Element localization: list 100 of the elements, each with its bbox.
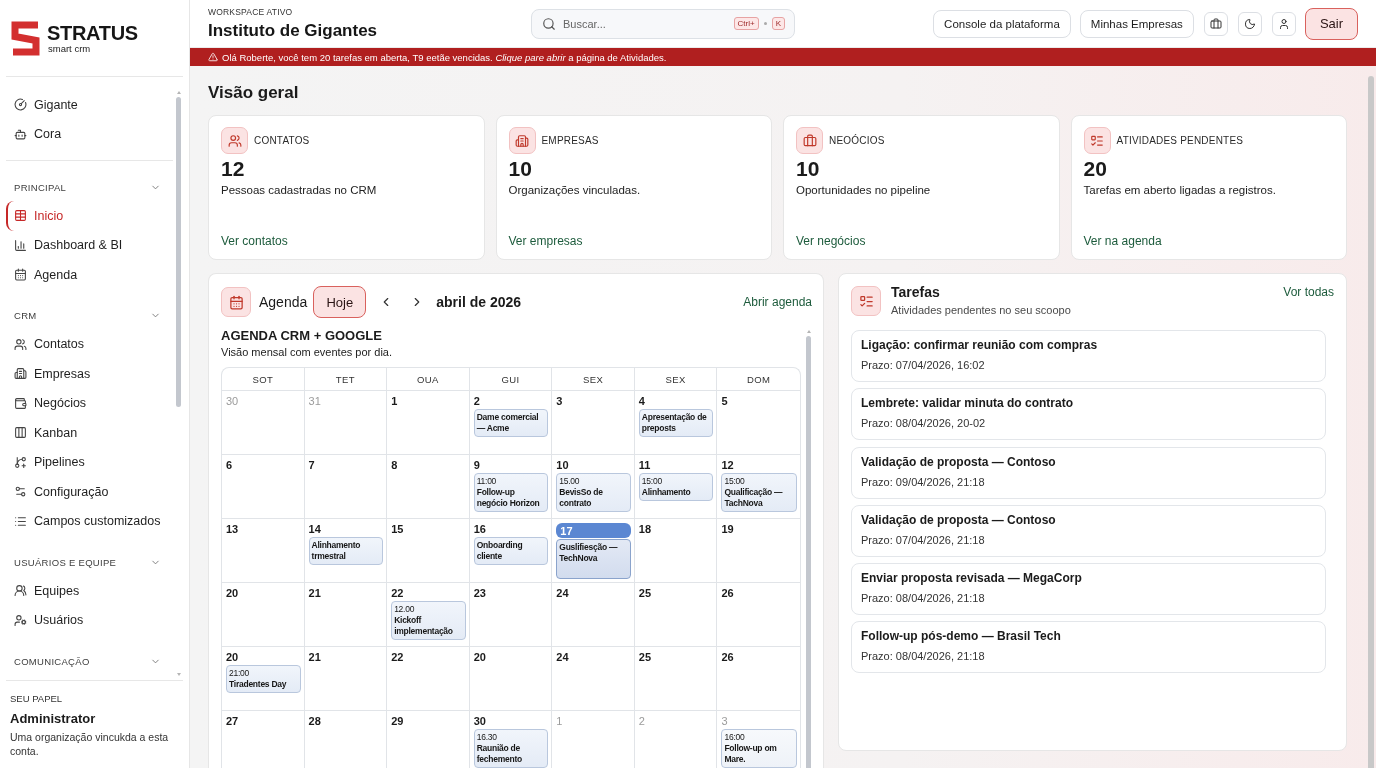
stat-value: 10 [508,157,532,181]
task-card[interactable]: Enviar proposta revisada — MegaCorp Prazo: 08/04/2026, 21:18 [851,563,1326,615]
day-number: 20 [473,651,486,663]
day-number: 17 [556,523,631,538]
workspace-name: Instituto de Gigantes [208,19,379,41]
calendar-event[interactable]: Alinhamento trmestral [308,537,384,565]
header-button[interactable]: Minhas Empresas [1079,9,1194,38]
scrollbar[interactable] [806,330,811,768]
calendar-event[interactable]: 12.00 Kickoff implementação [391,601,466,640]
calendar-event[interactable]: Dame comercial — Acme [473,409,549,437]
header-button[interactable]: Console da plataforma [933,9,1071,38]
day-number: 26 [721,587,734,599]
task-due-date: Prazo: 08/04/2026, 20-02 [861,416,986,431]
logo-icon [10,20,41,56]
stat-description: Oportunidades no pipeline [796,183,931,197]
stat-link[interactable]: Ver negócios [796,234,866,249]
task-card[interactable]: Validação de proposta — Contoso Prazo: 07/04/2026, 21:18 [851,504,1326,557]
stat-value: 12 [221,157,245,181]
calendar-event[interactable]: Guslifiesção — TechNova [556,539,631,579]
role-name: Administrator [10,710,97,727]
task-title: Enviar proposta revisada — MegaCorp [861,571,1082,585]
open-agenda-link[interactable]: Abrir agenda [743,295,812,309]
calendar-event[interactable]: 15:00 Qualificação — TachNova [721,473,797,512]
nav-item[interactable]: Gigante [6,90,173,120]
nav-item[interactable]: Inicio [6,201,173,231]
calendar-event[interactable]: 21:00 Tiradentes Day [226,665,301,693]
calendar-event[interactable]: 15.00 BevisSo de contrato [556,473,631,512]
weekday-header: SEX [552,368,635,391]
day-number: 26 [721,651,734,663]
nav-item[interactable]: Contatos [6,329,173,359]
tasks-subtitle: Atividades pendentes no seu scoopo [891,303,1071,317]
nav-item[interactable]: Usuários [6,605,173,635]
stat-link[interactable]: Ver empresas [508,234,583,249]
stat-link[interactable]: Ver na agenda [1083,234,1162,249]
task-card[interactable]: Lembrete: validar minuta do contrato Prazo: 08/04/2026, 20-02 [851,388,1326,441]
scrollbar[interactable] [1368,76,1374,768]
nav-item[interactable]: Campos customizados [6,506,173,536]
profile-button[interactable] [1271,11,1296,36]
task-card[interactable]: Validação de proposta — Contoso Prazo: 09/04/2026, 21:18 [851,446,1326,499]
section-header[interactable]: PRINCIPAL [6,173,173,201]
nav-item[interactable]: Agenda [6,260,173,290]
day-number: 1 [391,395,398,407]
today-button[interactable]: Hoje [313,286,367,318]
day-number: 5 [721,395,728,407]
robot-icon [14,127,27,141]
day-number: 10 [556,459,569,471]
weekday-header: SEX [634,368,718,391]
calendar-event[interactable]: Apresentação de preposts [638,409,714,437]
agenda-title: Agenda [259,294,308,310]
nav-item[interactable]: Pipelines [6,447,173,477]
day-number: 20 [226,651,239,663]
day-number: 25 [638,651,652,663]
calendar-event[interactable]: 11:00 Follow-up negócio Horizon [473,473,549,512]
day-number: 3 [556,395,563,407]
task-card[interactable]: Follow-up pós-demo — Brasil Tech Prazo: 08/04/2026, 21:18 [851,621,1326,674]
calendar-event[interactable]: 15:00 Alinhamento [638,473,714,501]
nav-item[interactable]: Cora [6,119,173,149]
section-header[interactable]: CRM [6,301,173,330]
task-card[interactable]: Ligação: confirmar reunião com compras Prazo: 07/04/2026, 16:02 [851,330,1326,382]
month-label: abril de 2026 [436,294,522,310]
stat-value: 10 [796,157,820,181]
scrollbar[interactable] [176,91,181,676]
stat-link[interactable]: Ver contatos [221,234,288,249]
briefcase-button[interactable] [1203,11,1228,36]
nav-item[interactable]: Dashboard & BI [6,230,173,260]
task-due-date: Prazo: 07/04/2026, 21:18 [861,532,985,547]
users-icon [14,584,27,598]
users-icon [221,127,248,154]
day-number: 21 [308,587,321,599]
calendar-title: AGENDA CRM + GOOGLE [221,328,382,343]
stat-label: NEOÓCIOS [829,135,885,146]
calendar-event[interactable]: Onboarding cliente [473,537,549,565]
day-number: 24 [556,587,569,599]
day-number: 23 [473,587,486,599]
day-number: 31 [308,395,321,407]
bar-chart-icon [14,238,27,252]
logout-button[interactable]: Sair [1304,7,1358,40]
stat-description: Organizações vinculadas. [508,183,641,197]
calendar-event[interactable]: 16:00 Follow-up om Mare. [721,729,797,768]
day-number: 2 [473,395,480,407]
nav-item[interactable]: Equipes [6,576,173,606]
sliders-icon [14,485,27,499]
nav-item[interactable]: Kanban [6,418,173,448]
columns-icon [14,426,27,440]
role-label: SEU PAPEL [10,693,64,705]
stat-description: Tarefas em aberto ligadas a registros. [1083,183,1276,197]
nav-item[interactable]: Negócios [6,388,173,418]
warning-icon [208,52,218,62]
nav-item[interactable]: Empresas [6,359,173,389]
view-all-link[interactable]: Vor todas [1283,285,1334,299]
theme-button[interactable] [1237,11,1262,36]
section-header[interactable]: COMUNICAÇÃO [6,647,173,675]
workspace-label: WORKSPACE ATIVO [208,6,294,17]
calendar-event[interactable]: 16.30 Raunião de fechemento [473,729,549,768]
nav-item[interactable]: Configuração [6,477,173,507]
section-header[interactable]: USUÁRIOS E EQUIPE [6,548,173,576]
day-number: 13 [226,523,239,535]
day-number: 22 [391,651,404,663]
stat-label: CONTATOS [254,135,310,146]
task-title: Ligação: confirmar reunião com compras [861,338,1098,352]
